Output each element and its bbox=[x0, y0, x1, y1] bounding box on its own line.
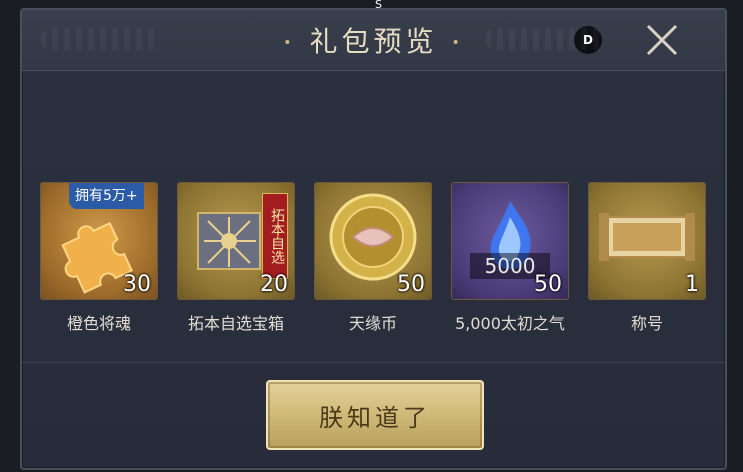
item-name: 橙色将魂 bbox=[66, 314, 131, 333]
confirm-button[interactable]: 朕知道了 bbox=[266, 380, 484, 450]
item-tile[interactable]: 拥有5万+ 30 bbox=[40, 182, 158, 300]
item-tile[interactable]: 5000 50 bbox=[451, 182, 569, 300]
item-count: 20 bbox=[260, 272, 288, 297]
item-count: 50 bbox=[397, 272, 425, 297]
close-button[interactable] bbox=[632, 18, 692, 62]
item-fate-coin[interactable]: 50 天缘币 bbox=[314, 182, 432, 334]
item-tile[interactable]: 50 bbox=[314, 182, 432, 300]
item-count: 50 bbox=[534, 272, 562, 297]
title-bar: • 礼包预览 • D bbox=[22, 10, 725, 71]
panel-title-text: 礼包预览 bbox=[309, 25, 438, 58]
item-name: 5,000太初之气 bbox=[455, 314, 565, 333]
item-name: 拓本自选宝箱 bbox=[187, 314, 284, 333]
rubbing-label: 拓本自选 bbox=[262, 193, 288, 279]
owned-badge: 拥有5万+ bbox=[69, 183, 144, 209]
item-count: 30 bbox=[123, 272, 151, 297]
title-dot-right: • bbox=[451, 35, 464, 51]
item-name: 称号 bbox=[630, 314, 663, 333]
item-primordial-qi[interactable]: 5000 50 5,000太初之气 bbox=[451, 182, 569, 334]
item-rubbing-chest[interactable]: 拓本自选 20 拓本自选宝箱 bbox=[177, 182, 295, 334]
title-dot-left: • bbox=[283, 35, 296, 51]
item-tile[interactable]: 1 bbox=[588, 182, 706, 300]
item-title[interactable]: 1 称号 bbox=[588, 182, 706, 334]
item-tile[interactable]: 拓本自选 20 bbox=[177, 182, 295, 300]
item-orange-soul[interactable]: 拥有5万+ 30 橙色将魂 bbox=[40, 182, 158, 334]
panel-title: • 礼包预览 • bbox=[22, 20, 725, 60]
divider bbox=[22, 362, 725, 363]
item-count: 1 bbox=[685, 272, 699, 297]
close-x-icon bbox=[646, 24, 678, 56]
item-list: 拥有5万+ 30 橙色将魂 拓本自选 20 拓本自选宝箱 50 天缘币 5000… bbox=[40, 182, 720, 352]
gift-preview-panel: • 礼包预览 • D 拥有5万+ 30 橙色将魂 拓本自选 20 拓本自选宝箱 … bbox=[20, 8, 727, 470]
item-name: 天缘币 bbox=[348, 314, 397, 333]
d-badge[interactable]: D bbox=[574, 26, 602, 54]
